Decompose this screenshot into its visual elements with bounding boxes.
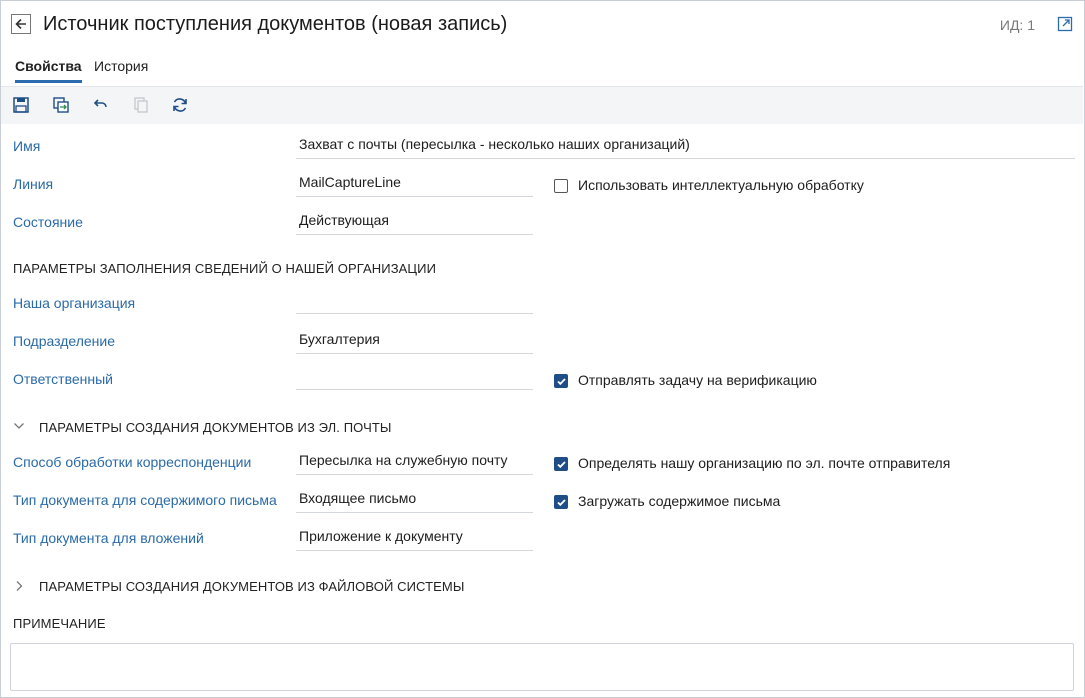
- toolbar: [1, 86, 1083, 124]
- chevron-down-icon[interactable]: [13, 420, 25, 432]
- checkmark-icon: [556, 460, 566, 468]
- filesystem-params-section-title[interactable]: ПАРАМЕТРЫ СОЗДАНИЯ ДОКУМЕНТОВ ИЗ ФАЙЛОВО…: [39, 579, 464, 594]
- intelligent-processing-label[interactable]: Использовать интеллектуальную обработку: [578, 177, 864, 193]
- save-and-close-icon: [53, 97, 69, 113]
- organization-field[interactable]: [296, 290, 533, 314]
- detect-org-checkbox[interactable]: [554, 457, 568, 471]
- processing-method-field[interactable]: Пересылка на служебную почту: [296, 451, 533, 475]
- intelligent-processing-checkbox[interactable]: [554, 179, 568, 193]
- load-content-checkbox[interactable]: [554, 495, 568, 509]
- tab-properties[interactable]: Свойства: [15, 58, 82, 83]
- send-verification-checkbox[interactable]: [554, 374, 568, 388]
- undo-icon: [93, 99, 107, 108]
- checkmark-icon: [556, 498, 566, 506]
- organization-label: Наша организация: [13, 295, 136, 311]
- state-field[interactable]: Действующая: [296, 211, 533, 235]
- record-id: ИД: 1: [999, 17, 1035, 33]
- line-label: Линия: [13, 176, 54, 192]
- state-label: Состояние: [13, 214, 83, 230]
- copy-button[interactable]: [131, 95, 151, 115]
- processing-method-label: Способ обработки корреспонденции: [13, 454, 252, 470]
- email-params-section-title[interactable]: ПАРАМЕТРЫ СОЗДАНИЯ ДОКУМЕНТОВ ИЗ ЭЛ. ПОЧ…: [39, 420, 391, 435]
- note-textarea[interactable]: [10, 643, 1074, 691]
- tab-bar: Свойства История: [0, 56, 1083, 86]
- save-button[interactable]: [11, 95, 31, 115]
- refresh-icon: [173, 98, 187, 112]
- detect-org-label[interactable]: Определять нашу организацию по эл. почте…: [578, 455, 950, 471]
- name-field[interactable]: Захват с почты (пересылка - несколько на…: [296, 135, 1075, 159]
- chevron-right-icon[interactable]: [13, 580, 25, 592]
- arrow-left-icon: [15, 18, 26, 30]
- content-doc-type-label: Тип документа для содержимого письма: [13, 492, 277, 508]
- undo-button[interactable]: [90, 95, 110, 115]
- responsible-label: Ответственный: [13, 371, 113, 387]
- name-label: Имя: [13, 138, 41, 154]
- copy-icon: [134, 97, 148, 113]
- checkmark-icon: [556, 377, 566, 385]
- line-field[interactable]: MailCaptureLine: [296, 173, 533, 197]
- save-and-close-button[interactable]: [51, 95, 71, 115]
- attachment-doc-type-field[interactable]: Приложение к документу: [296, 527, 533, 551]
- department-field[interactable]: Бухгалтерия: [296, 330, 533, 354]
- load-content-label[interactable]: Загружать содержимое письма: [578, 493, 780, 509]
- content-doc-type-field[interactable]: Входящее письмо: [296, 489, 533, 513]
- refresh-button[interactable]: [170, 95, 190, 115]
- department-label: Подразделение: [13, 333, 116, 349]
- open-in-new-window-icon[interactable]: [1057, 16, 1073, 32]
- note-section-title: ПРИМЕЧАНИЕ: [13, 616, 106, 631]
- org-params-section-title: ПАРАМЕТРЫ ЗАПОЛНЕНИЯ СВЕДЕНИЙ О НАШЕЙ ОР…: [13, 261, 437, 276]
- save-icon: [13, 97, 29, 113]
- page-title: Источник поступления документов (новая з…: [43, 13, 508, 35]
- tab-history[interactable]: История: [94, 58, 148, 80]
- attachment-doc-type-label: Тип документа для вложений: [13, 530, 204, 546]
- send-verification-label[interactable]: Отправлять задачу на верификацию: [578, 372, 817, 388]
- back-button[interactable]: [11, 14, 31, 34]
- responsible-field[interactable]: [296, 366, 533, 390]
